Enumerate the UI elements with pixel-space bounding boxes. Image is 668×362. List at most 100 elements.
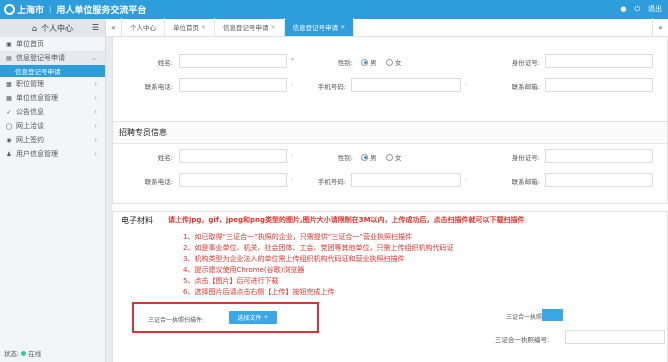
building-icon: ▦: [6, 94, 12, 102]
mobile-label: 手机号码:: [317, 83, 346, 91]
radio-unchecked-icon: [386, 153, 393, 161]
phone-label: 联系电话:: [144, 178, 173, 186]
mobile-input[interactable]: [351, 78, 461, 92]
contact-row-1: 姓名: * 性别: 男 女 身份证号:: [113, 53, 668, 73]
contact-panel: 姓名: * 性别: 男 女 身份证号: 联系电话: - 手机号码: - 联系邮箱…: [112, 37, 668, 127]
choose-file-button[interactable]: 选择文件 +: [229, 311, 277, 324]
phone-input[interactable]: [179, 78, 287, 92]
status-value: 在线: [28, 350, 42, 358]
sidebar-item-label: 公告信息: [16, 108, 44, 116]
status-indicator: 状态: 在线: [4, 348, 41, 358]
recruiter-gender-female-radio[interactable]: 女: [386, 152, 402, 162]
sidebar-item-user-info[interactable]: ♟ 用户信息管理 ›: [0, 147, 105, 161]
recruiter-mobile-input[interactable]: [351, 173, 461, 187]
gender-male-radio[interactable]: 男: [361, 57, 377, 67]
phone-label: 联系电话:: [144, 83, 173, 91]
tab-label: 单位首页: [173, 24, 199, 32]
chevron-down-icon: ⌄: [91, 54, 97, 62]
recruiter-name-input[interactable]: [179, 149, 287, 163]
logo-icon: [4, 4, 15, 15]
id-label: 身份证号:: [511, 154, 540, 162]
tab-scroll-left-icon[interactable]: «: [106, 18, 122, 36]
tab-personal-center[interactable]: 个人中心: [122, 18, 165, 36]
sidebar-item-label: 职位管理: [16, 80, 44, 88]
tab-bar: « 个人中心 单位首页 ✕ 信息登记号申请 ✕ 信息登记号申请 ✕ »: [106, 18, 668, 37]
materials-panel: 电子材料 请上传jpg，gif，jpeg和png类型的图片,图片大小请限制在3M…: [112, 211, 668, 362]
sidebar-item-online-sign[interactable]: ◉ 网上签约 ›: [0, 133, 105, 147]
doc-icon: ▤: [6, 54, 12, 62]
logout-icon[interactable]: ⏻: [634, 5, 640, 14]
gender-female-radio[interactable]: 女: [386, 57, 402, 67]
id-input[interactable]: [545, 54, 653, 68]
recruiter-panel: 招聘专员信息 姓名: - 性别: 男 女 身份证号: 联系电话: - 手机号码:…: [112, 121, 668, 204]
female-label: 女: [395, 154, 402, 162]
close-icon[interactable]: ✕: [201, 24, 206, 31]
tab-label: 信息登记号申请: [292, 24, 339, 32]
upload-label: 三证合一执照扫描件:: [148, 317, 205, 324]
sidebar-item-company-info[interactable]: ▦ 单位信息管理 ›: [0, 91, 105, 105]
status-label: 状态:: [4, 350, 20, 358]
license-number-input[interactable]: [565, 330, 665, 344]
tab-company-home[interactable]: 单位首页 ✕: [165, 18, 216, 36]
sidebar-item-registration[interactable]: ▤ 信息登记号申请 ⌄: [0, 51, 105, 65]
instruction-item: 6、选择图片后请点击右侧【上传】按钮完成上传: [183, 288, 335, 296]
recruiter-id-input[interactable]: [545, 149, 653, 163]
sidebar-subitem-registration[interactable]: 信息登记号申请: [0, 65, 105, 77]
chevron-right-icon: ›: [94, 94, 97, 102]
recruiter-email-input[interactable]: [545, 173, 653, 187]
sidebar-item-home[interactable]: ▣ 单位首页: [0, 37, 105, 51]
sidebar-item-label: 单位首页: [16, 40, 44, 48]
close-icon[interactable]: ✕: [340, 24, 345, 31]
plus-icon: +: [263, 314, 269, 321]
instructions-list: 1、如已取得“三证合一”执照的企业，只需提供“三证合一”营业执照扫描件 2、如是…: [183, 232, 453, 298]
sidebar-item-label: 用户信息管理: [16, 150, 58, 158]
tab-registration[interactable]: 信息登记号申请 ✕: [215, 18, 285, 36]
email-input[interactable]: [545, 78, 653, 92]
name-label: 姓名:: [157, 59, 173, 67]
required-mark: -: [291, 176, 294, 183]
materials-note: 请上传jpg，gif，jpeg和png类型的图片,图片大小请限制在3M以内，上传…: [168, 216, 525, 224]
email-label: 联系邮箱:: [511, 83, 540, 91]
eye-icon: ◉: [6, 136, 12, 144]
recruiter-gender-male-radio[interactable]: 男: [361, 152, 377, 162]
instruction-item: 4、提示建议使用Chrome(谷歌)浏览器: [183, 266, 305, 274]
materials-title: 电子材料: [121, 216, 153, 225]
sidebar-title: 个人中心: [41, 23, 74, 33]
close-icon[interactable]: ✕: [271, 24, 276, 31]
name-input[interactable]: [179, 54, 287, 68]
main-content: 姓名: * 性别: 男 女 身份证号: 联系电话: - 手机号码: - 联系邮箱…: [112, 37, 668, 362]
instruction-item: 1、如已取得“三证合一”执照的企业，只需提供“三证合一”营业执照扫描件: [183, 233, 412, 241]
sidebar-item-jobs[interactable]: ▩ 职位管理 ›: [0, 77, 105, 91]
instruction-item: 5、点击【图片】后可进行下载: [183, 277, 279, 285]
chevron-right-icon: ›: [94, 136, 97, 144]
chevron-right-icon: ›: [94, 80, 97, 88]
license-number-label: 三证合一执照编号:: [495, 336, 550, 344]
top-bar: 上海市 | 用人单位服务交流平台 ● ⏻ 退出: [0, 0, 668, 19]
menu-toggle-icon[interactable]: ☰: [92, 23, 99, 32]
sidebar-header: ⌂ 个人中心 ☰: [0, 19, 105, 37]
chevron-right-icon: ›: [94, 150, 97, 158]
male-label: 男: [370, 154, 377, 162]
female-label: 女: [395, 59, 402, 67]
briefcase-icon: ▩: [6, 80, 12, 88]
logout-link[interactable]: 退出: [648, 4, 662, 14]
radio-unchecked-icon: [386, 58, 393, 66]
recruiter-phone-input[interactable]: [179, 173, 287, 187]
radio-checked-icon: [361, 153, 368, 161]
tab-label: 信息登记号申请: [223, 24, 269, 32]
tab-label: 个人中心: [130, 24, 156, 32]
required-mark: -: [465, 176, 468, 183]
logo: 上海市: [4, 3, 44, 16]
sidebar-item-online-talk[interactable]: ◯ 网上洽谈 ›: [0, 119, 105, 133]
tab-scroll-right-icon[interactable]: »: [652, 18, 668, 36]
app-title: 用人单位服务交流平台: [56, 6, 147, 16]
status-dot-icon: [21, 351, 27, 356]
required-mark: *: [291, 57, 294, 64]
right-upload-button[interactable]: [542, 309, 563, 321]
contact-row-2: 联系电话: - 手机号码: - 联系邮箱:: [113, 77, 668, 97]
id-label: 身份证号:: [511, 59, 540, 67]
chevron-right-icon: ›: [94, 122, 97, 130]
sidebar-item-notices[interactable]: ✓ 公告信息 ›: [0, 105, 105, 119]
tab-registration-active[interactable]: 信息登记号申请 ✕: [284, 18, 355, 36]
user-icon[interactable]: ●: [620, 5, 626, 13]
